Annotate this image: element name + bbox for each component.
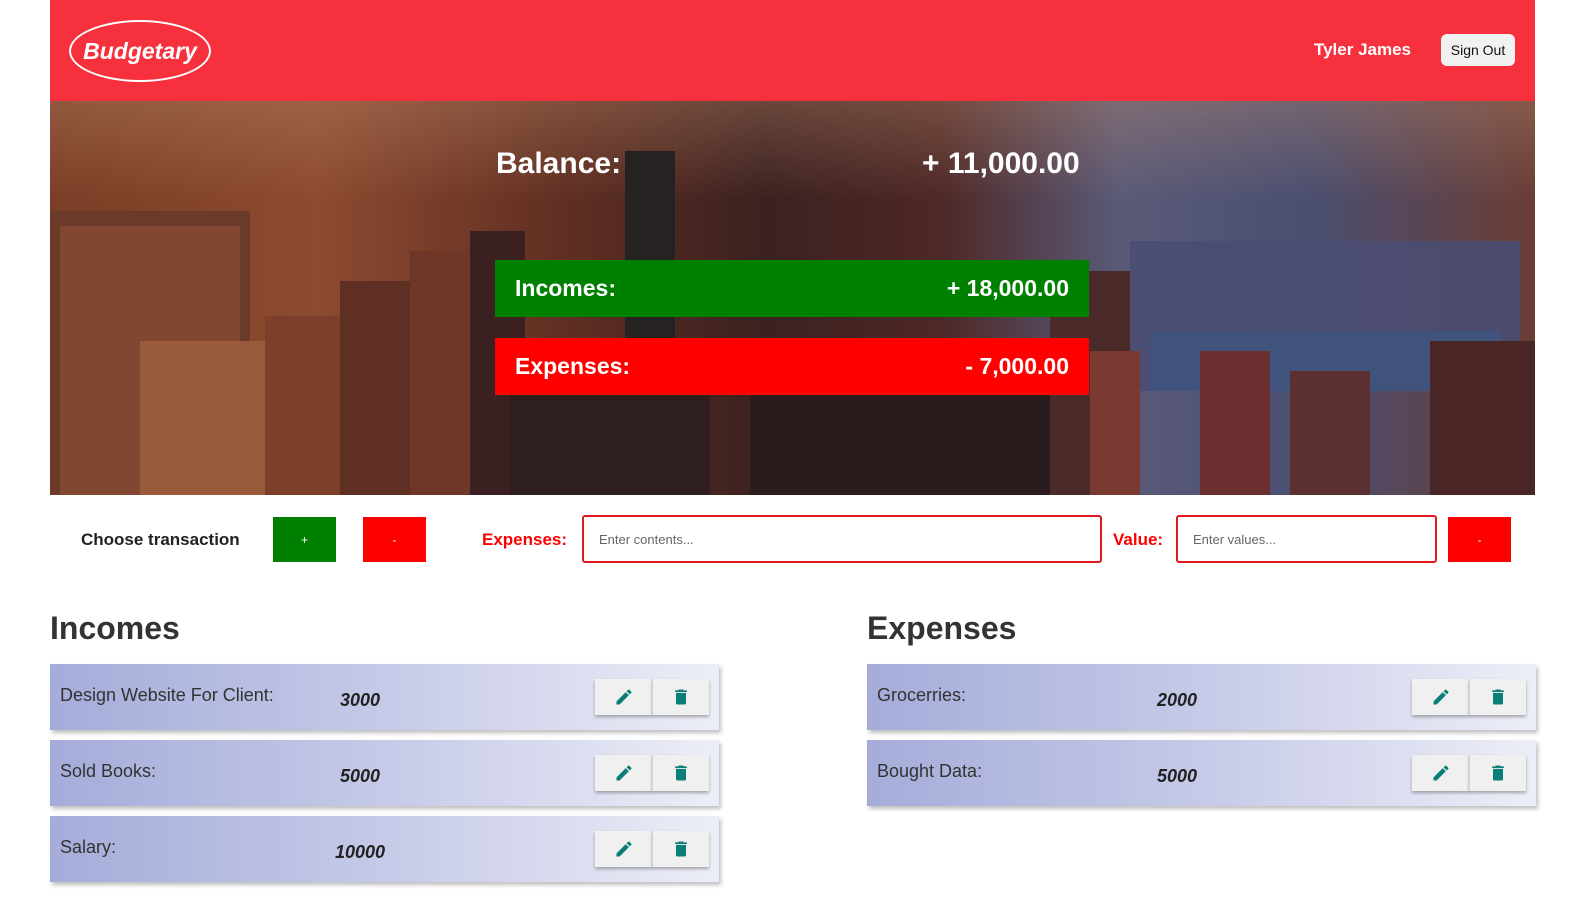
submit-transaction-button[interactable]: - <box>1448 517 1511 562</box>
balance-value: + 11,000.00 <box>922 147 1080 180</box>
delete-button[interactable] <box>1469 679 1526 715</box>
item-value: 3000 <box>339 690 381 710</box>
pencil-icon <box>1433 765 1449 781</box>
pencil-icon <box>616 841 632 857</box>
balance-label: Balance: <box>496 147 622 180</box>
logo[interactable]: Budgetary <box>69 20 211 82</box>
trash-icon <box>1492 765 1504 781</box>
transaction-controls: Choose transaction + - Expenses: Value: … <box>0 510 1583 570</box>
list-item: Bought Data: 5000 <box>867 740 1536 806</box>
item-name: Bought Data: <box>877 761 983 781</box>
delete-button[interactable] <box>652 755 709 791</box>
item-name: Sold Books: <box>60 761 157 781</box>
incomes-summary: Incomes: + 18,000.00 <box>495 260 1089 317</box>
item-value: 5000 <box>339 766 381 786</box>
value-input[interactable] <box>1176 515 1437 563</box>
sign-out-button[interactable]: Sign Out <box>1441 34 1515 66</box>
hero-banner: Balance: + 11,000.00 Incomes: + 18,000.0… <box>50 101 1535 495</box>
trash-icon <box>675 841 687 857</box>
item-value: 2000 <box>1156 690 1198 710</box>
trash-icon <box>675 765 687 781</box>
edit-button[interactable] <box>595 679 652 715</box>
edit-button[interactable] <box>1412 755 1469 791</box>
expenses-summary-value: - 7,000.00 <box>965 353 1069 379</box>
list-item: Grocerries: 2000 <box>867 664 1536 730</box>
user-name: Tyler James <box>1313 40 1411 59</box>
pencil-icon <box>616 765 632 781</box>
item-value: 10000 <box>334 842 386 862</box>
expenses-summary: Expenses: - 7,000.00 <box>495 338 1089 395</box>
edit-button[interactable] <box>595 755 652 791</box>
choose-transaction-label: Choose transaction <box>81 530 240 549</box>
expenses-title: Expenses <box>867 610 1017 646</box>
incomes-title: Incomes <box>50 610 180 646</box>
pencil-icon <box>616 689 632 705</box>
list-item: Salary: 10000 <box>50 816 719 882</box>
add-expense-button[interactable]: - <box>363 517 426 562</box>
add-income-button[interactable]: + <box>273 517 336 562</box>
trash-icon <box>675 689 687 705</box>
transaction-type-label: Expenses: <box>482 530 568 549</box>
edit-button[interactable] <box>595 831 652 867</box>
incomes-summary-label: Incomes: <box>515 275 616 301</box>
delete-button[interactable] <box>652 831 709 867</box>
incomes-summary-value: + 18,000.00 <box>946 275 1069 301</box>
incomes-list: Design Website For Client: 3000 Sold Boo… <box>50 664 719 892</box>
list-item: Design Website For Client: 3000 <box>50 664 719 730</box>
delete-button[interactable] <box>1469 755 1526 791</box>
item-name: Design Website For Client: <box>60 685 274 705</box>
pencil-icon <box>1433 689 1449 705</box>
trash-icon <box>1492 689 1504 705</box>
item-value: 5000 <box>1156 766 1198 786</box>
item-name: Grocerries: <box>877 685 967 705</box>
contents-input[interactable] <box>582 515 1102 563</box>
delete-button[interactable] <box>652 679 709 715</box>
app-header: Budgetary Tyler James Sign Out <box>50 0 1535 101</box>
expenses-summary-label: Expenses: <box>515 353 631 379</box>
list-item: Sold Books: 5000 <box>50 740 719 806</box>
expenses-list: Grocerries: 2000 Bought Data: 5000 <box>867 664 1536 816</box>
item-name: Salary: <box>60 837 117 857</box>
value-label: Value: <box>1113 530 1164 549</box>
edit-button[interactable] <box>1412 679 1469 715</box>
